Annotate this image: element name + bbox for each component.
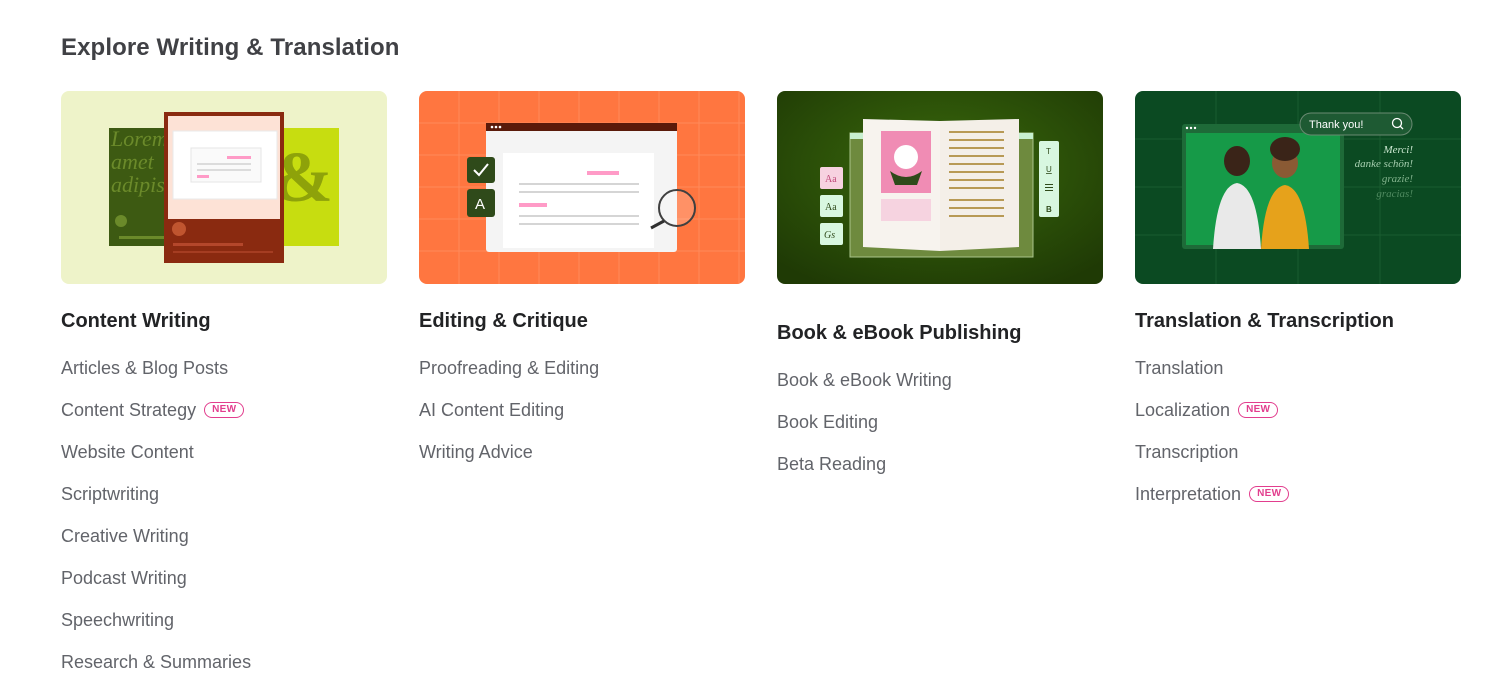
translation-transcription-image[interactable]: Thank you! Merci! danke schön! grazie! g…	[1135, 91, 1461, 284]
book-publishing-illustration: Aa Aa Gs T U B	[777, 91, 1103, 284]
svg-text:Aa: Aa	[825, 174, 837, 185]
subcategory-link[interactable]: Beta Reading	[777, 453, 886, 475]
list-item: Podcast Writing	[61, 567, 387, 609]
subcategory-link[interactable]: Localization	[1135, 399, 1230, 421]
svg-text:grazie!: grazie!	[1382, 173, 1414, 185]
subcategory-link[interactable]: Speechwriting	[61, 609, 174, 631]
svg-text:U: U	[1046, 165, 1052, 174]
list-item: Articles & Blog Posts	[61, 357, 387, 399]
list-item: Content Strategy NEW	[61, 399, 387, 441]
category-card-content-writing: Lorem amet adipis & Content Writing Arti…	[61, 91, 387, 693]
svg-text:Merci!: Merci!	[1382, 144, 1413, 156]
svg-text:Lorem: Lorem	[110, 126, 168, 151]
subcategory-link[interactable]: Content Strategy	[61, 399, 196, 421]
list-item: Writing Advice	[419, 441, 745, 483]
new-badge: NEW	[1249, 486, 1290, 502]
list-item: Book Editing	[777, 411, 1103, 453]
list-item: Speechwriting	[61, 609, 387, 651]
new-badge: NEW	[1238, 402, 1279, 418]
list-item: Beta Reading	[777, 453, 1103, 495]
svg-text:B: B	[1046, 205, 1052, 214]
subcategory-link[interactable]: Translation	[1135, 357, 1223, 379]
category-card-book-publishing: Aa Aa Gs T U B Book & eBook Publishing B…	[777, 91, 1103, 495]
subcategory-link[interactable]: Interpretation	[1135, 483, 1241, 505]
list-item: Proofreading & Editing	[419, 357, 745, 399]
list-item: Website Content	[61, 441, 387, 483]
list-item: Translation	[1135, 357, 1461, 399]
content-writing-illustration: Lorem amet adipis &	[61, 91, 387, 284]
svg-text:danke schön!: danke schön!	[1355, 158, 1414, 170]
subcategory-link[interactable]: Writing Advice	[419, 441, 533, 463]
category-title[interactable]: Content Writing	[61, 309, 387, 333]
subcategory-link[interactable]: Podcast Writing	[61, 567, 187, 589]
svg-text:T: T	[1046, 147, 1051, 156]
list-item: Scriptwriting	[61, 483, 387, 525]
category-card-translation-transcription: Thank you! Merci! danke schön! grazie! g…	[1135, 91, 1461, 525]
svg-text:amet: amet	[111, 149, 155, 174]
book-publishing-image[interactable]: Aa Aa Gs T U B	[777, 91, 1103, 284]
svg-text:A: A	[475, 196, 485, 213]
subcategory-link[interactable]: Book Editing	[777, 411, 878, 433]
category-title[interactable]: Book & eBook Publishing	[777, 321, 1103, 345]
subcategory-link[interactable]: Scriptwriting	[61, 483, 159, 505]
list-item: Research & Summaries	[61, 651, 387, 693]
subcategory-link[interactable]: Proofreading & Editing	[419, 357, 599, 379]
subcategory-link[interactable]: AI Content Editing	[419, 399, 564, 421]
new-badge: NEW	[204, 402, 245, 418]
category-title[interactable]: Translation & Transcription	[1135, 309, 1461, 333]
subcategory-link[interactable]: Creative Writing	[61, 525, 189, 547]
subcategory-link[interactable]: Book & eBook Writing	[777, 369, 952, 391]
list-item: Localization NEW	[1135, 399, 1461, 441]
svg-text:Thank you!: Thank you!	[1309, 119, 1363, 131]
content-writing-image[interactable]: Lorem amet adipis &	[61, 91, 387, 284]
subcategory-link[interactable]: Website Content	[61, 441, 194, 463]
subcategory-list: Articles & Blog Posts Content Strategy NE…	[61, 357, 387, 693]
list-item: Interpretation NEW	[1135, 483, 1461, 525]
category-title[interactable]: Editing & Critique	[419, 309, 745, 333]
list-item: Transcription	[1135, 441, 1461, 483]
translation-illustration: Thank you! Merci! danke schön! grazie! g…	[1135, 91, 1461, 284]
subcategory-list: Book & eBook Writing Book Editing Beta R…	[777, 369, 1103, 495]
list-item: Book & eBook Writing	[777, 369, 1103, 411]
list-item: Creative Writing	[61, 525, 387, 567]
category-card-editing-critique: A Editing & Critique Proofreading & Edit…	[419, 91, 745, 483]
editing-critique-image[interactable]: A	[419, 91, 745, 284]
editing-critique-illustration: A	[419, 91, 745, 284]
svg-text:Gs: Gs	[824, 230, 835, 241]
subcategory-list: Proofreading & Editing AI Content Editin…	[419, 357, 745, 483]
list-item: AI Content Editing	[419, 399, 745, 441]
subcategory-link[interactable]: Research & Summaries	[61, 651, 251, 673]
page-title: Explore Writing & Translation	[61, 34, 400, 61]
svg-text:gracias!: gracias!	[1376, 188, 1413, 200]
svg-text:adipis: adipis	[111, 172, 165, 197]
subcategory-link[interactable]: Transcription	[1135, 441, 1238, 463]
subcategory-link[interactable]: Articles & Blog Posts	[61, 357, 228, 379]
subcategory-list: Translation Localization NEW Transcriptio…	[1135, 357, 1461, 525]
svg-text:Aa: Aa	[825, 202, 837, 213]
